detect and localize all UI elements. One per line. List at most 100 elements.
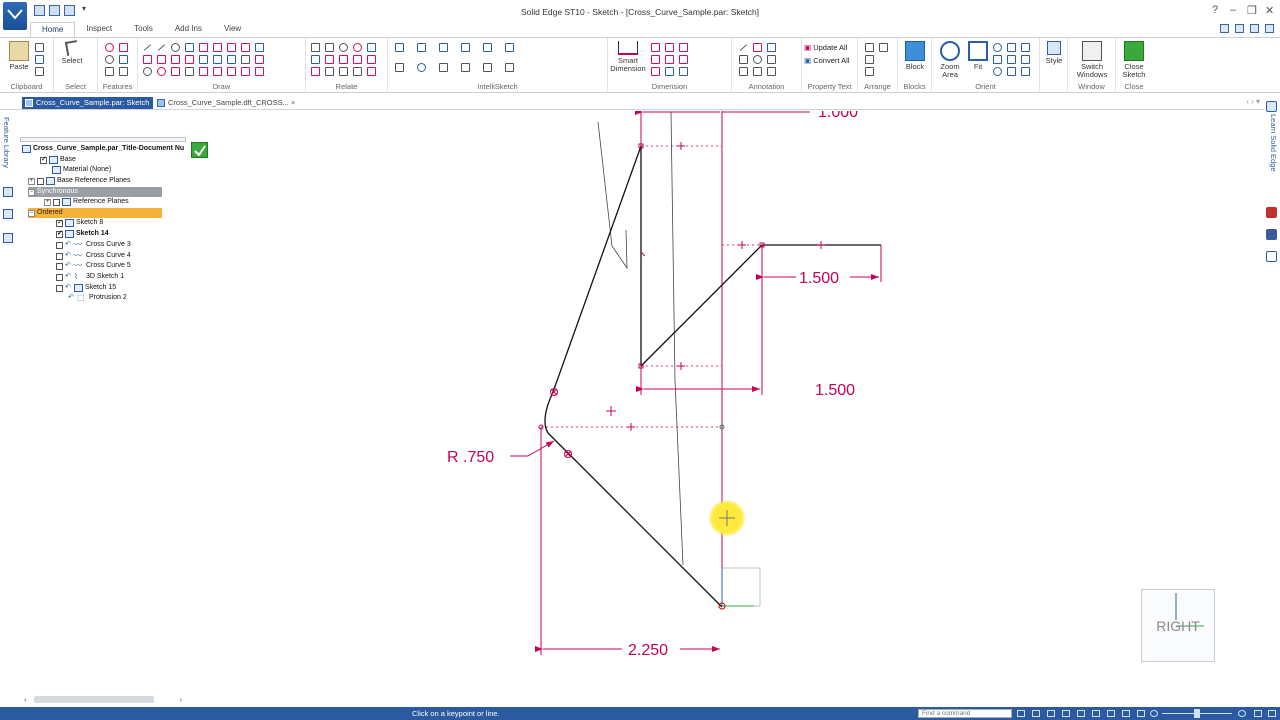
tree-item-cross-curve-4[interactable]: ↶ 〰 Cross Curve 4 xyxy=(56,251,131,261)
dimension-horizontal-2[interactable]: 1.500 xyxy=(815,382,855,399)
collapse-icon[interactable]: − xyxy=(28,209,35,217)
accept-check-icon[interactable] xyxy=(191,142,208,158)
relationships-icon[interactable] xyxy=(3,233,13,243)
intellisketch-point-icon[interactable] xyxy=(394,42,404,52)
smart-dimension-button[interactable]: Smart Dimension xyxy=(610,41,646,73)
rigid-icon[interactable] xyxy=(352,42,362,52)
intellisketch-perp-icon[interactable] xyxy=(460,62,470,72)
fit-button[interactable]: Fit xyxy=(966,41,990,71)
dimension-bottom[interactable]: 2.250 xyxy=(628,642,668,659)
rectangle-icon[interactable] xyxy=(142,54,152,64)
circle-feature-icon[interactable] xyxy=(104,42,114,52)
tab-inspect[interactable]: Inspect xyxy=(75,22,123,37)
feature-control-icon[interactable] xyxy=(738,66,748,76)
bring-front-icon[interactable] xyxy=(864,42,874,52)
tab-scroll-icons[interactable]: ‹ › ▾ xyxy=(1246,97,1260,106)
hatch-icon[interactable] xyxy=(240,54,250,64)
tree-item-material[interactable]: Material (None) xyxy=(52,165,111,175)
balloon-icon[interactable] xyxy=(752,54,762,64)
fill-icon[interactable] xyxy=(226,66,236,76)
dimension-radius[interactable]: R .750 xyxy=(447,449,494,466)
zoom-icon[interactable] xyxy=(992,42,1002,52)
mirror-icon[interactable] xyxy=(118,42,128,52)
pan-icon[interactable] xyxy=(992,54,1002,64)
pattern-icon[interactable] xyxy=(118,54,128,64)
tree-horizontal-scrollbar[interactable]: ‹ › xyxy=(22,695,184,704)
relationship-handles-icon[interactable] xyxy=(352,66,362,76)
pan-status-icon[interactable] xyxy=(1077,710,1085,717)
layers-icon[interactable] xyxy=(3,187,13,197)
tree-root[interactable]: Cross_Curve_Sample.par_Title-Document Nu xyxy=(22,144,184,154)
close-tab-icon[interactable]: × xyxy=(291,98,295,107)
tab-home[interactable]: Home xyxy=(30,22,76,37)
tile-icon[interactable] xyxy=(1235,24,1244,33)
zoom-out-icon[interactable] xyxy=(1150,710,1158,717)
group-icon[interactable] xyxy=(864,66,874,76)
offset-icon[interactable] xyxy=(184,42,194,52)
line-icon[interactable] xyxy=(142,42,152,52)
block-button[interactable]: Block xyxy=(901,41,929,71)
intellisketch-intersect-icon[interactable] xyxy=(438,42,448,52)
intellisketch-silhouette-icon[interactable] xyxy=(504,62,514,72)
doc-tab-sketch[interactable]: Cross_Curve_Sample.par: Sketch xyxy=(22,97,154,109)
arc-center-icon[interactable] xyxy=(156,66,166,76)
leader-icon[interactable] xyxy=(738,42,748,52)
ungroup-icon[interactable] xyxy=(878,42,888,52)
fillet-icon[interactable] xyxy=(184,54,194,64)
symmetric-diameter-icon[interactable] xyxy=(664,42,674,52)
symmetric-relate-icon[interactable] xyxy=(352,54,362,64)
driven-icon[interactable] xyxy=(366,66,376,76)
include-icon[interactable] xyxy=(226,42,236,52)
close-sketch-button[interactable]: Close Sketch xyxy=(1120,41,1148,79)
intellisketch-tangent-icon[interactable] xyxy=(438,62,448,72)
stretch-icon[interactable] xyxy=(212,42,222,52)
format-icon[interactable] xyxy=(34,66,44,76)
select-button[interactable]: Select xyxy=(58,40,86,65)
radius-dim-icon[interactable] xyxy=(678,42,688,52)
rotate-sketch-icon[interactable] xyxy=(198,54,208,64)
ellipse-icon[interactable] xyxy=(104,54,114,64)
attach-icon[interactable] xyxy=(664,66,674,76)
dimension-top[interactable]: 1.000 xyxy=(818,111,858,121)
checkbox[interactable] xyxy=(56,229,63,239)
extend-icon[interactable] xyxy=(170,66,180,76)
command-finder-input[interactable] xyxy=(918,709,1012,718)
help-icon[interactable] xyxy=(1266,101,1277,112)
checkbox[interactable] xyxy=(56,218,63,228)
minimize-button[interactable]: – xyxy=(1230,4,1236,16)
style-button[interactable]: Style xyxy=(1042,41,1066,65)
symmetric-icon[interactable] xyxy=(254,54,264,64)
switch-windows-button[interactable]: Switch Windows xyxy=(1070,41,1114,79)
tree-item-cross-curve-3[interactable]: ↶ 〰 Cross Curve 3 xyxy=(56,240,131,250)
view-status-icon[interactable] xyxy=(1107,710,1115,717)
arrow-right-icon[interactable] xyxy=(1017,710,1025,717)
update-all-button[interactable]: ▣ Update All xyxy=(804,43,847,52)
zoom-area-button[interactable]: Zoom Area xyxy=(934,41,966,79)
tangent-icon[interactable] xyxy=(310,66,320,76)
learn-solid-edge-tab[interactable]: Learn Solid Edge xyxy=(1269,114,1278,172)
project-icon[interactable] xyxy=(212,66,222,76)
angle-between-icon[interactable] xyxy=(650,54,660,64)
tab-tools[interactable]: Tools xyxy=(123,22,164,37)
construction-icon[interactable] xyxy=(226,54,236,64)
scroll-thumb[interactable] xyxy=(34,696,154,703)
lock-icon[interactable] xyxy=(324,66,334,76)
intellisketch-center-icon[interactable] xyxy=(416,62,426,72)
tab-view[interactable]: View xyxy=(213,22,252,37)
facebook-icon[interactable] xyxy=(1266,229,1277,240)
scroll-left-icon[interactable]: ‹ xyxy=(24,695,27,704)
shading-status-icon[interactable] xyxy=(1122,710,1130,717)
point-icon[interactable] xyxy=(240,42,250,52)
scroll-right-icon[interactable]: › xyxy=(179,695,182,704)
fullscreen-icon[interactable] xyxy=(1254,710,1262,717)
coordinate-dim-icon[interactable] xyxy=(650,66,660,76)
rotate-icon[interactable] xyxy=(104,66,114,76)
tangent-arc-icon[interactable] xyxy=(170,42,180,52)
concentric-icon[interactable] xyxy=(338,42,348,52)
checkbox[interactable] xyxy=(56,241,63,249)
checkbox[interactable] xyxy=(56,273,63,281)
fit-status-icon[interactable] xyxy=(1062,710,1070,717)
split-icon[interactable] xyxy=(212,54,222,64)
tree-search-bar[interactable] xyxy=(20,137,186,142)
expand-icon[interactable]: + xyxy=(44,198,51,206)
